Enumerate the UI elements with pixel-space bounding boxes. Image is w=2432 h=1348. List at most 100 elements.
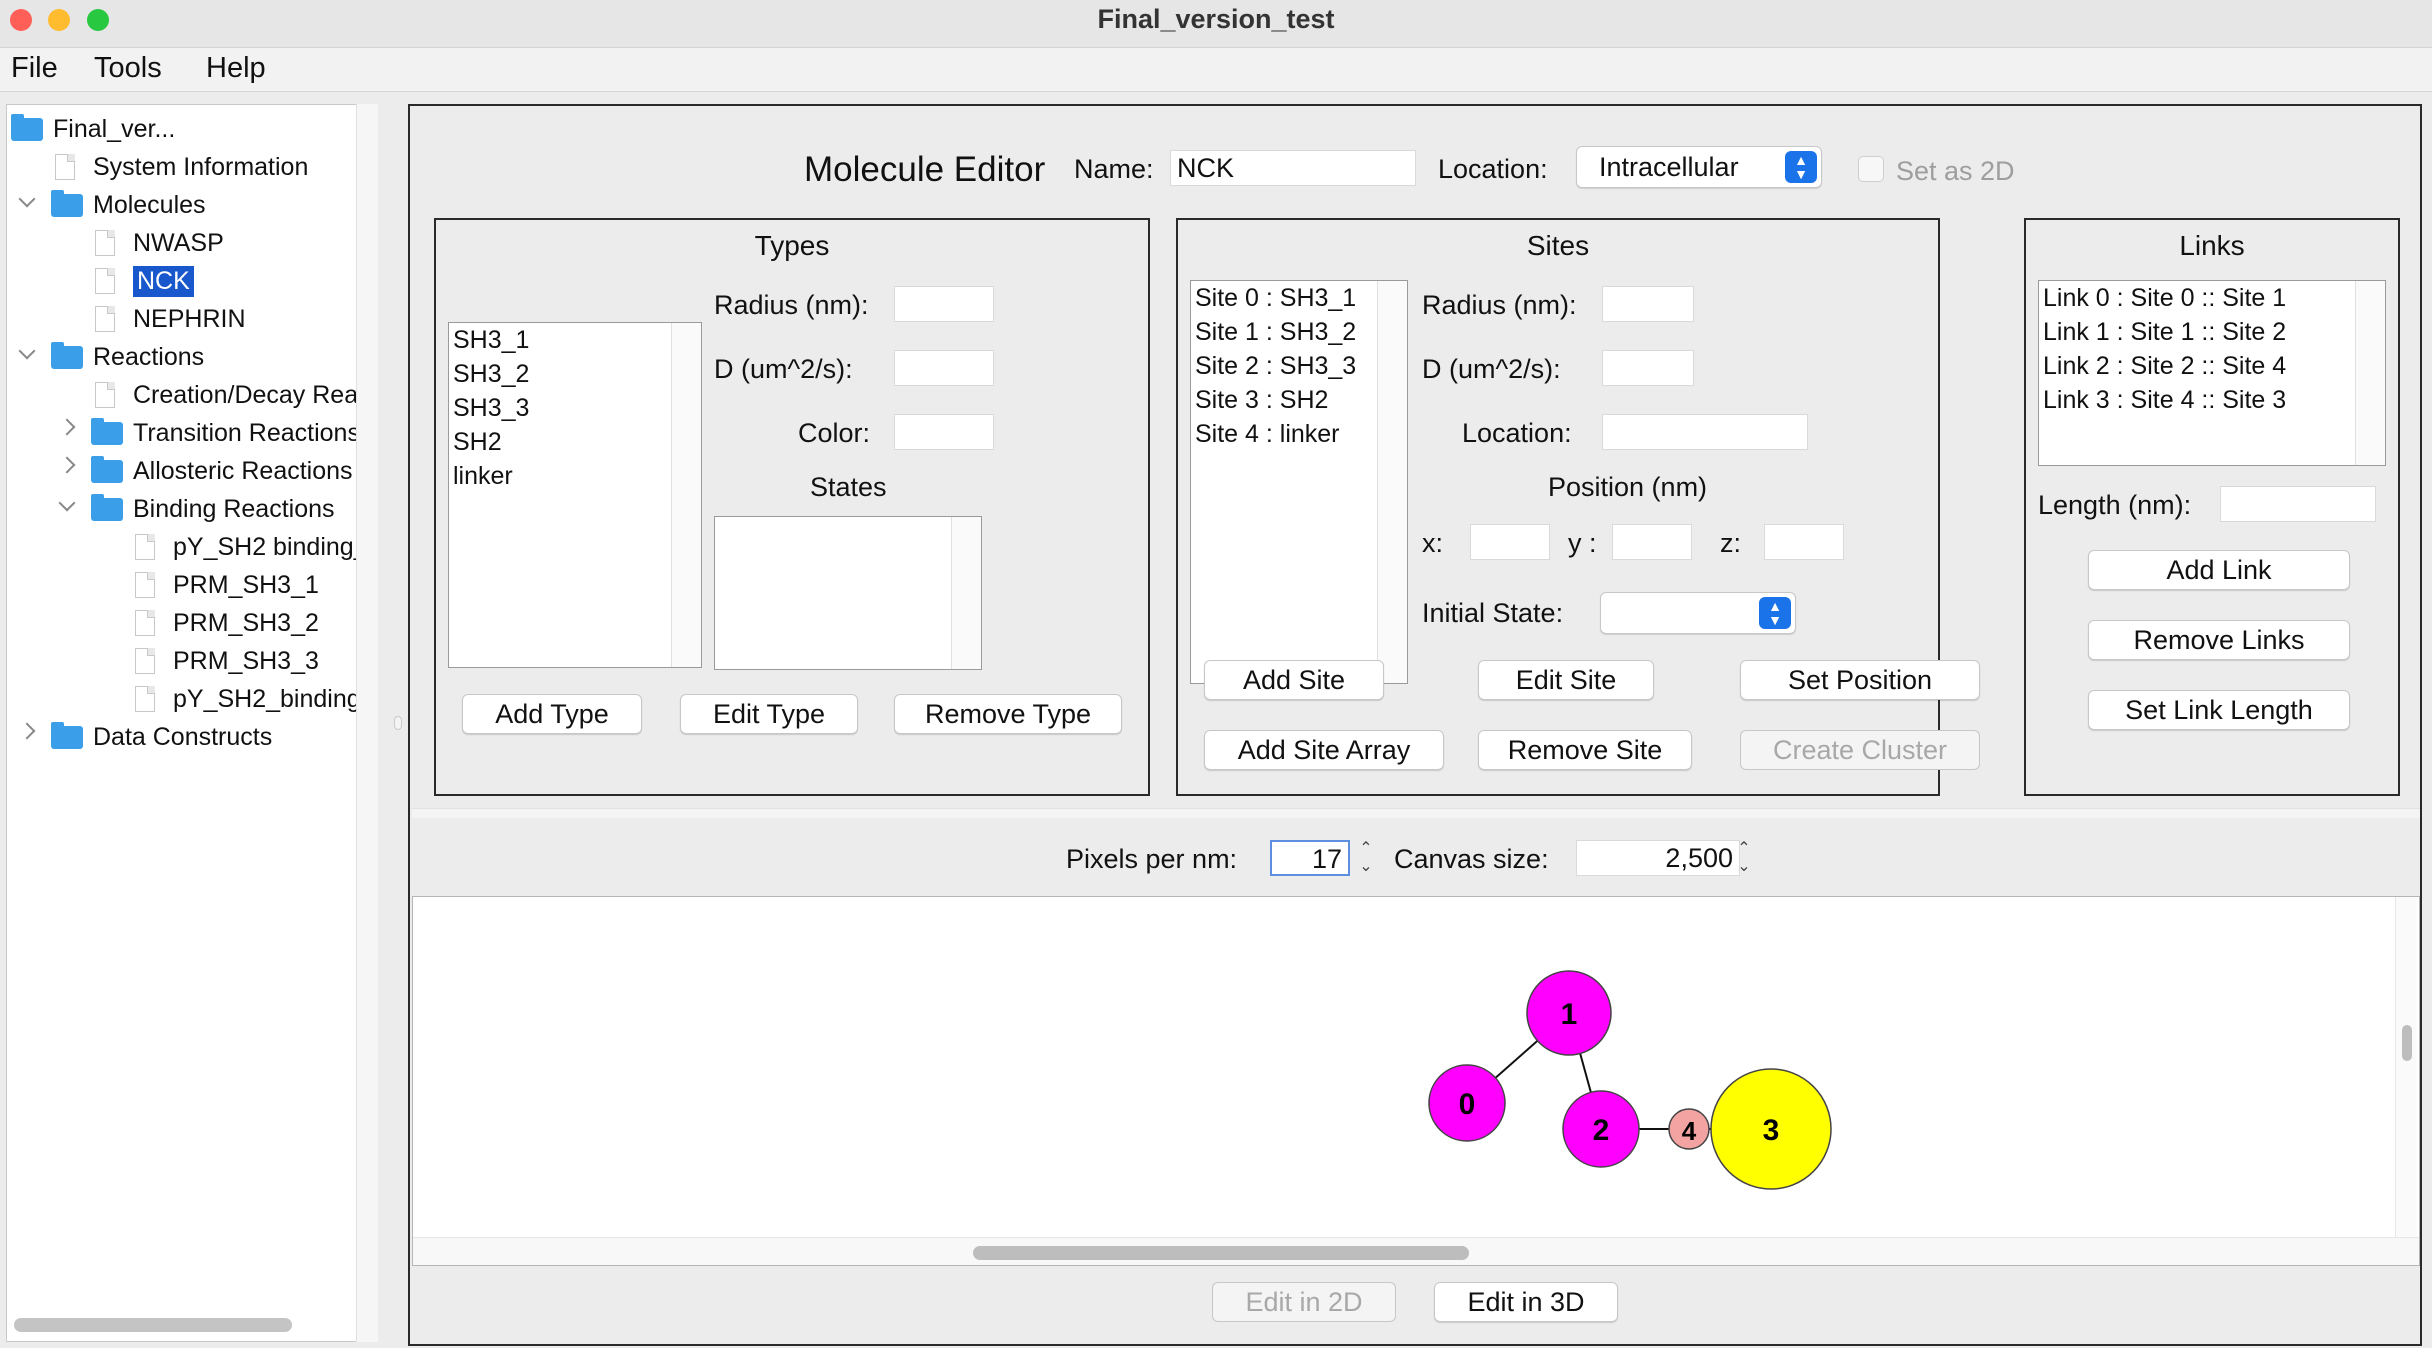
site-d-field[interactable] <box>1602 350 1694 386</box>
set-link-length-button[interactable]: Set Link Length <box>2088 690 2350 730</box>
location-select[interactable]: Intracellular ▲ ▼ <box>1576 146 1822 188</box>
menu-file[interactable]: File <box>11 52 58 85</box>
initial-state-select[interactable]: ▲ ▼ <box>1600 592 1796 634</box>
type-color-label: Color: <box>798 418 871 448</box>
menu-tools[interactable]: Tools <box>94 52 162 85</box>
list-item[interactable]: SH3_3 <box>449 391 701 425</box>
location-label: Location: <box>1438 154 1548 184</box>
list-item[interactable]: SH2 <box>449 425 701 459</box>
tree-item-data-constructs[interactable]: Data Constructs <box>51 719 272 755</box>
tree-item-py-sh2-binding[interactable]: pY_SH2 binding_ <box>135 529 368 565</box>
remove-type-button[interactable]: Remove Type <box>894 694 1122 734</box>
molecule-site-3[interactable]: 3 <box>1710 1068 1832 1190</box>
split-pane-divider[interactable] <box>412 808 2420 818</box>
canvas-horizontal-scroll-thumb[interactable] <box>973 1246 1469 1260</box>
canvas-vertical-scroll-thumb[interactable] <box>2402 1025 2412 1061</box>
name-field[interactable]: NCK <box>1170 150 1416 186</box>
document-icon <box>95 382 115 408</box>
y-field[interactable] <box>1612 524 1692 560</box>
states-list[interactable] <box>714 516 982 670</box>
tree-item-creation-decay[interactable]: Creation/Decay Rea <box>95 377 358 413</box>
split-pane-divider[interactable] <box>394 716 402 730</box>
chevron-right-icon[interactable] <box>18 722 36 740</box>
tree-item-reactions[interactable]: Reactions <box>51 339 204 375</box>
canvas-size-field[interactable]: 2,500 <box>1576 840 1740 876</box>
pixels-per-nm-field[interactable]: 17 <box>1270 840 1350 876</box>
types-list[interactable]: SH3_1 SH3_2 SH3_3 SH2 linker <box>448 322 702 668</box>
remove-links-button[interactable]: Remove Links <box>2088 620 2350 660</box>
molecule-site-2[interactable]: 2 <box>1562 1090 1640 1168</box>
molecule-canvas[interactable]: 0 1 2 3 4 <box>412 896 2420 1266</box>
type-d-field[interactable] <box>894 350 994 386</box>
list-scrollbar[interactable] <box>1377 281 1407 683</box>
pixels-spinner-icon[interactable]: ⌃ ⌄ <box>1356 840 1376 880</box>
tree-item-allosteric-reactions[interactable]: Allosteric Reactions <box>91 453 353 489</box>
create-cluster-button[interactable]: Create Cluster <box>1740 730 1980 770</box>
tree-item-system-information[interactable]: System Information <box>55 149 308 185</box>
list-item[interactable]: Link 1 : Site 1 :: Site 2 <box>2039 315 2385 349</box>
chevron-right-icon[interactable] <box>58 456 76 474</box>
edit-type-button[interactable]: Edit Type <box>680 694 858 734</box>
site-location-field[interactable] <box>1602 414 1808 450</box>
molecule-site-1[interactable]: 1 <box>1526 970 1612 1056</box>
molecule-site-4[interactable]: 4 <box>1668 1108 1710 1150</box>
list-scrollbar[interactable] <box>2355 281 2385 465</box>
edit-in-2d-button[interactable]: Edit in 2D <box>1212 1282 1396 1322</box>
list-item[interactable]: Site 0 : SH3_1 <box>1191 281 1407 315</box>
remove-site-button[interactable]: Remove Site <box>1478 730 1692 770</box>
tree-item-nephrin[interactable]: NEPHRIN <box>95 301 246 337</box>
list-item[interactable]: Site 2 : SH3_3 <box>1191 349 1407 383</box>
molecule-site-0[interactable]: 0 <box>1428 1064 1506 1142</box>
list-item[interactable]: linker <box>449 459 701 493</box>
type-radius-field[interactable] <box>894 286 994 322</box>
canvas-horizontal-scrollbar[interactable] <box>413 1237 2419 1265</box>
set-as-2d-checkbox[interactable] <box>1858 156 1884 182</box>
tree-item-transition-reactions[interactable]: Transition Reactions <box>91 415 360 451</box>
list-item[interactable]: SH3_2 <box>449 357 701 391</box>
sites-list[interactable]: Site 0 : SH3_1 Site 1 : SH3_2 Site 2 : S… <box>1190 280 1408 684</box>
tree-item-prm-sh3-3[interactable]: PRM_SH3_3 <box>135 643 319 679</box>
type-color-field[interactable] <box>894 414 994 450</box>
list-item[interactable]: Link 0 : Site 0 :: Site 1 <box>2039 281 2385 315</box>
canvas-vertical-scrollbar[interactable] <box>2395 897 2417 1265</box>
list-item[interactable]: Site 4 : linker <box>1191 417 1407 451</box>
tree-item-molecules[interactable]: Molecules <box>51 187 206 223</box>
links-group: Links Link 0 : Site 0 :: Site 1 Link 1 :… <box>2024 218 2400 796</box>
add-site-array-button[interactable]: Add Site Array <box>1204 730 1444 770</box>
site-label: 0 <box>1459 1088 1476 1121</box>
tree-item-prm-sh3-1[interactable]: PRM_SH3_1 <box>135 567 319 603</box>
tree-horizontal-scrollbar[interactable] <box>14 1318 292 1332</box>
edit-site-button[interactable]: Edit Site <box>1478 660 1654 700</box>
edit-in-3d-button[interactable]: Edit in 3D <box>1434 1282 1618 1322</box>
tree-item-binding-reactions[interactable]: Binding Reactions <box>91 491 335 527</box>
chevron-down-icon[interactable] <box>18 190 36 208</box>
molecule-diagram[interactable]: 0 1 2 3 4 <box>413 897 2373 1237</box>
add-type-button[interactable]: Add Type <box>462 694 642 734</box>
list-item[interactable]: Site 3 : SH2 <box>1191 383 1407 417</box>
canvas-size-spinner-icon[interactable]: ⌃ ⌄ <box>1734 840 1754 880</box>
list-item[interactable]: Site 1 : SH3_2 <box>1191 315 1407 349</box>
list-item[interactable]: Link 2 : Site 2 :: Site 4 <box>2039 349 2385 383</box>
links-list[interactable]: Link 0 : Site 0 :: Site 1 Link 1 : Site … <box>2038 280 2386 466</box>
site-radius-field[interactable] <box>1602 286 1694 322</box>
tree-vertical-scrollbar[interactable] <box>356 104 378 1342</box>
tree-item-nck[interactable]: NCK <box>95 263 194 299</box>
add-site-button[interactable]: Add Site <box>1204 660 1384 700</box>
x-field[interactable] <box>1470 524 1550 560</box>
link-length-field[interactable] <box>2220 486 2376 522</box>
tree-root[interactable]: Final_ver... <box>11 111 175 147</box>
list-scrollbar[interactable] <box>951 517 981 669</box>
list-scrollbar[interactable] <box>671 323 701 667</box>
add-link-button[interactable]: Add Link <box>2088 550 2350 590</box>
menu-help[interactable]: Help <box>206 52 266 85</box>
chevron-down-icon[interactable] <box>18 342 36 360</box>
chevron-right-icon[interactable] <box>58 418 76 436</box>
set-position-button[interactable]: Set Position <box>1740 660 1980 700</box>
tree-item-nwasp[interactable]: NWASP <box>95 225 224 261</box>
list-item[interactable]: SH3_1 <box>449 323 701 357</box>
tree-item-py-sh2-binding-2[interactable]: pY_SH2_binding <box>135 681 361 717</box>
tree-item-prm-sh3-2[interactable]: PRM_SH3_2 <box>135 605 319 641</box>
z-field[interactable] <box>1764 524 1844 560</box>
list-item[interactable]: Link 3 : Site 4 :: Site 3 <box>2039 383 2385 417</box>
chevron-down-icon[interactable] <box>58 494 76 512</box>
